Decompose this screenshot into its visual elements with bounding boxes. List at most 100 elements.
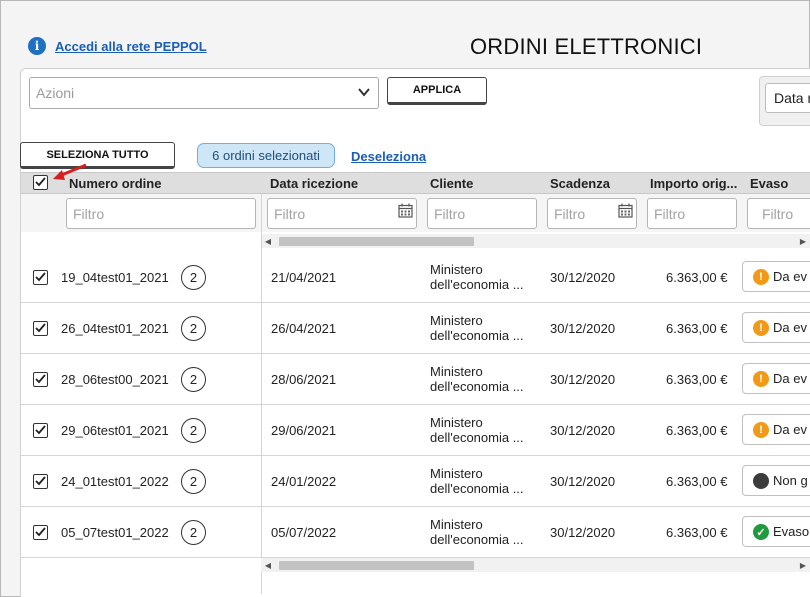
deselect-link[interactable]: Deseleziona bbox=[351, 149, 426, 164]
actions-select[interactable]: Azioni bbox=[29, 77, 379, 109]
client-line-2: dell'economia ... bbox=[430, 277, 524, 292]
filter-due-placeholder: Filtro bbox=[554, 206, 586, 222]
attachment-count-badge[interactable]: 2 bbox=[181, 316, 206, 341]
peppol-link[interactable]: Accedi alla rete PEPPOL bbox=[55, 39, 207, 54]
status-select[interactable]: ! Da ev bbox=[742, 312, 810, 343]
apply-button[interactable]: APPLICA bbox=[387, 77, 487, 105]
amount: 6.363,00 € bbox=[666, 372, 728, 387]
table-row[interactable]: 28_06test00_2021 2 28/06/2021 Ministero … bbox=[21, 354, 810, 405]
check-icon bbox=[35, 374, 46, 384]
received-date: 05/07/2022 bbox=[271, 525, 337, 540]
received-date: 29/06/2021 bbox=[271, 423, 337, 438]
filter-order-number[interactable]: Filtro bbox=[66, 198, 256, 229]
scroll-left-icon[interactable]: ◀ bbox=[261, 558, 275, 572]
table-row[interactable]: 24_01test01_2022 2 24/01/2022 Ministero … bbox=[21, 456, 810, 507]
filter-received-date[interactable]: Filtro bbox=[267, 198, 417, 229]
received-date: 26/04/2021 bbox=[271, 321, 337, 336]
date-filter-select[interactable]: Data ri bbox=[765, 83, 810, 113]
table-row[interactable]: 19_04test01_2021 2 21/04/2021 Ministero … bbox=[21, 252, 810, 303]
row-checkbox[interactable] bbox=[33, 423, 48, 438]
calendar-icon[interactable] bbox=[618, 203, 633, 218]
client-line-2: dell'economia ... bbox=[430, 532, 524, 547]
amount: 6.363,00 € bbox=[666, 423, 728, 438]
check-icon: ✓ bbox=[753, 524, 769, 540]
select-all-button[interactable]: SELEZIONA TUTTO bbox=[20, 142, 175, 169]
client-line-1: Ministero bbox=[430, 415, 483, 430]
check-icon bbox=[35, 527, 46, 537]
filter-amount[interactable]: Filtro bbox=[647, 198, 737, 229]
status-label: Da ev bbox=[773, 269, 807, 284]
row-checkbox[interactable] bbox=[33, 525, 48, 540]
client-line-1: Ministero bbox=[430, 313, 483, 328]
info-icon[interactable]: i bbox=[28, 37, 46, 55]
check-icon bbox=[35, 177, 46, 187]
row-checkbox[interactable] bbox=[33, 474, 48, 489]
calendar-icon[interactable] bbox=[398, 203, 413, 218]
order-number[interactable]: 28_06test00_2021 bbox=[61, 372, 169, 387]
client-line-2: dell'economia ... bbox=[430, 481, 524, 496]
order-number[interactable]: 05_07test01_2022 bbox=[61, 525, 169, 540]
col-processed[interactable]: Evaso bbox=[750, 176, 788, 191]
order-number[interactable]: 24_01test01_2022 bbox=[61, 474, 169, 489]
attachment-count-badge[interactable]: 2 bbox=[181, 520, 206, 545]
attachment-count-badge[interactable]: 2 bbox=[181, 469, 206, 494]
received-date: 21/04/2021 bbox=[271, 270, 337, 285]
column-divider bbox=[261, 252, 262, 303]
order-number[interactable]: 29_06test01_2021 bbox=[61, 423, 169, 438]
scroll-left-icon[interactable]: ◀ bbox=[261, 234, 275, 248]
client-name: Ministero dell'economia ... bbox=[430, 517, 524, 547]
column-divider bbox=[261, 354, 262, 405]
chevron-down-icon bbox=[358, 88, 370, 97]
client-line-1: Ministero bbox=[430, 262, 483, 277]
client-name: Ministero dell'economia ... bbox=[430, 415, 524, 445]
column-divider bbox=[261, 405, 262, 456]
scroll-thumb[interactable] bbox=[279, 561, 474, 570]
col-client[interactable]: Cliente bbox=[430, 176, 473, 191]
due-date: 30/12/2020 bbox=[550, 423, 616, 438]
table-row[interactable]: 05_07test01_2022 2 05/07/2022 Ministero … bbox=[21, 507, 810, 558]
warning-icon: ! bbox=[753, 371, 769, 387]
row-checkbox[interactable] bbox=[33, 270, 48, 285]
due-date: 30/12/2020 bbox=[550, 321, 616, 336]
amount: 6.363,00 € bbox=[666, 474, 728, 489]
column-divider bbox=[261, 303, 262, 354]
scroll-thumb[interactable] bbox=[279, 237, 474, 246]
attachment-count-badge[interactable]: 2 bbox=[181, 418, 206, 443]
client-line-1: Ministero bbox=[430, 466, 483, 481]
attachment-count-badge[interactable]: 2 bbox=[181, 265, 206, 290]
order-number[interactable]: 26_04test01_2021 bbox=[61, 321, 169, 336]
filter-client[interactable]: Filtro bbox=[427, 198, 537, 229]
column-divider bbox=[261, 507, 262, 558]
orders-grid: Numero ordine Data ricezione Cliente Sca… bbox=[21, 172, 810, 597]
status-label: Da ev bbox=[773, 371, 807, 386]
status-select[interactable]: ✓ Evaso bbox=[742, 516, 810, 547]
status-select[interactable]: ! Da ev bbox=[742, 261, 810, 292]
col-amount[interactable]: Importo orig... bbox=[650, 176, 737, 191]
status-select[interactable]: Non g bbox=[742, 465, 810, 496]
status-label: Da ev bbox=[773, 422, 807, 437]
amount: 6.363,00 € bbox=[666, 525, 728, 540]
col-due-date[interactable]: Scadenza bbox=[550, 176, 610, 191]
scroll-right-icon[interactable]: ▶ bbox=[796, 558, 810, 572]
horizontal-scrollbar-top[interactable]: ◀ ▶ bbox=[261, 234, 810, 248]
order-number[interactable]: 19_04test01_2021 bbox=[61, 270, 169, 285]
table-row[interactable]: 26_04test01_2021 2 26/04/2021 Ministero … bbox=[21, 303, 810, 354]
status-label: Non g bbox=[773, 473, 808, 488]
row-checkbox[interactable] bbox=[33, 321, 48, 336]
client-name: Ministero dell'economia ... bbox=[430, 313, 524, 343]
horizontal-scrollbar-bottom[interactable]: ◀ ▶ bbox=[261, 558, 810, 572]
col-received-date[interactable]: Data ricezione bbox=[270, 176, 358, 191]
page-title: ORDINI ELETTRONICI bbox=[470, 34, 703, 59]
due-date: 30/12/2020 bbox=[550, 474, 616, 489]
status-select[interactable]: ! Da ev bbox=[742, 363, 810, 394]
table-row[interactable]: 29_06test01_2021 2 29/06/2021 Ministero … bbox=[21, 405, 810, 456]
due-date: 30/12/2020 bbox=[550, 270, 616, 285]
check-icon bbox=[35, 272, 46, 282]
status-select[interactable]: ! Da ev bbox=[742, 414, 810, 445]
date-filter-box: Data ri bbox=[759, 76, 810, 126]
row-checkbox[interactable] bbox=[33, 372, 48, 387]
scroll-right-icon[interactable]: ▶ bbox=[796, 234, 810, 248]
filter-processed[interactable]: Filtro bbox=[747, 198, 810, 229]
attachment-count-badge[interactable]: 2 bbox=[181, 367, 206, 392]
select-all-checkbox[interactable] bbox=[33, 175, 48, 190]
